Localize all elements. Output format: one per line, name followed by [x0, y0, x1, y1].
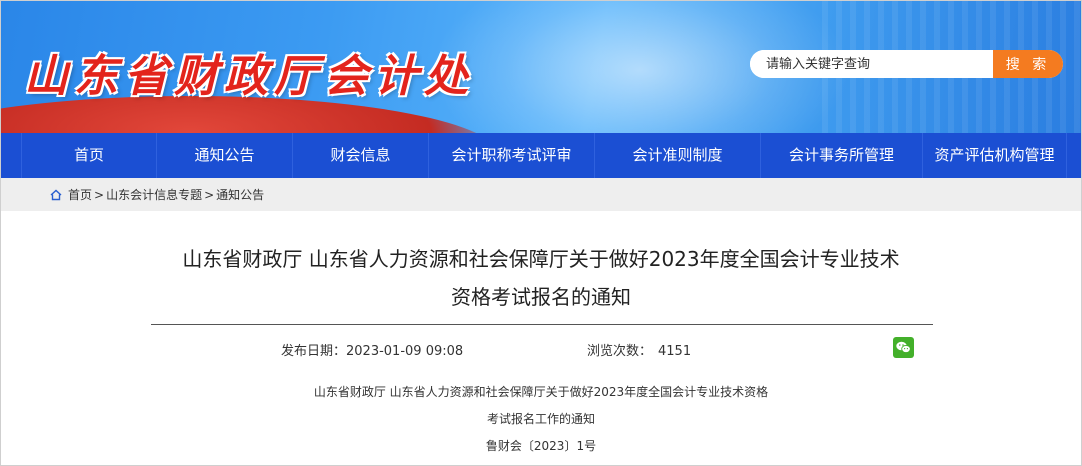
view-count-value: 4151: [658, 344, 692, 359]
main-nav: 首页 通知公告 财会信息 会计职称考试评审 会计准则制度 会计事务所管理 资产评…: [0, 133, 1082, 178]
publish-date-label: 发布日期：: [281, 344, 347, 359]
article-body-line: 山东省财政厅 山东省人力资源和社会保障厅关于做好2023年度全国会计专业技术资格: [313, 385, 769, 399]
wechat-share-button[interactable]: [893, 337, 914, 358]
publish-date-value: 2023-01-09 09:08: [346, 344, 464, 359]
breadcrumb-separator: >: [94, 187, 105, 202]
search-box: 搜 索: [750, 50, 1063, 78]
view-count: 浏览次数： 4151: [587, 340, 691, 359]
article-body-line: 考试报名工作的通知: [486, 412, 595, 426]
article-doc-number: 鲁财会〔2023〕1号: [485, 439, 597, 453]
site-logo[interactable]: 山东省财政厅会计处: [24, 40, 474, 102]
search-input[interactable]: [750, 50, 993, 78]
nav-item-asset-appraisal[interactable]: 资产评估机构管理: [923, 133, 1067, 178]
view-count-label: 浏览次数：: [587, 344, 653, 359]
header-banner: 山东省财政厅会计处 搜 索: [0, 0, 1082, 133]
publish-date: 发布日期：2023-01-09 09:08: [281, 340, 463, 359]
article-title: 山东省财政厅 山东省人力资源和社会保障厅关于做好2023年度全国会计专业技术 资…: [120, 240, 962, 316]
article-title-line: 资格考试报名的通知: [451, 285, 631, 309]
breadcrumb-separator: >: [204, 187, 215, 202]
breadcrumb-home[interactable]: 首页: [68, 186, 92, 203]
breadcrumb: 首页 > 山东会计信息专题 > 通知公告: [0, 178, 1082, 211]
nav-item-firm-management[interactable]: 会计事务所管理: [761, 133, 923, 178]
search-button[interactable]: 搜 索: [993, 50, 1063, 78]
breadcrumb-current[interactable]: 通知公告: [216, 186, 264, 203]
nav-item-notices[interactable]: 通知公告: [157, 133, 293, 178]
home-icon: [50, 189, 62, 200]
title-divider: [151, 324, 933, 325]
wechat-icon: [896, 341, 911, 354]
breadcrumb-topic[interactable]: 山东会计信息专题: [106, 186, 202, 203]
nav-item-standards[interactable]: 会计准则制度: [595, 133, 761, 178]
nav-item-home[interactable]: 首页: [21, 133, 157, 178]
nav-item-finance-info[interactable]: 财会信息: [293, 133, 429, 178]
article-title-line: 山东省财政厅 山东省人力资源和社会保障厅关于做好2023年度全国会计专业技术: [182, 247, 900, 271]
nav-item-exam-review[interactable]: 会计职称考试评审: [429, 133, 595, 178]
